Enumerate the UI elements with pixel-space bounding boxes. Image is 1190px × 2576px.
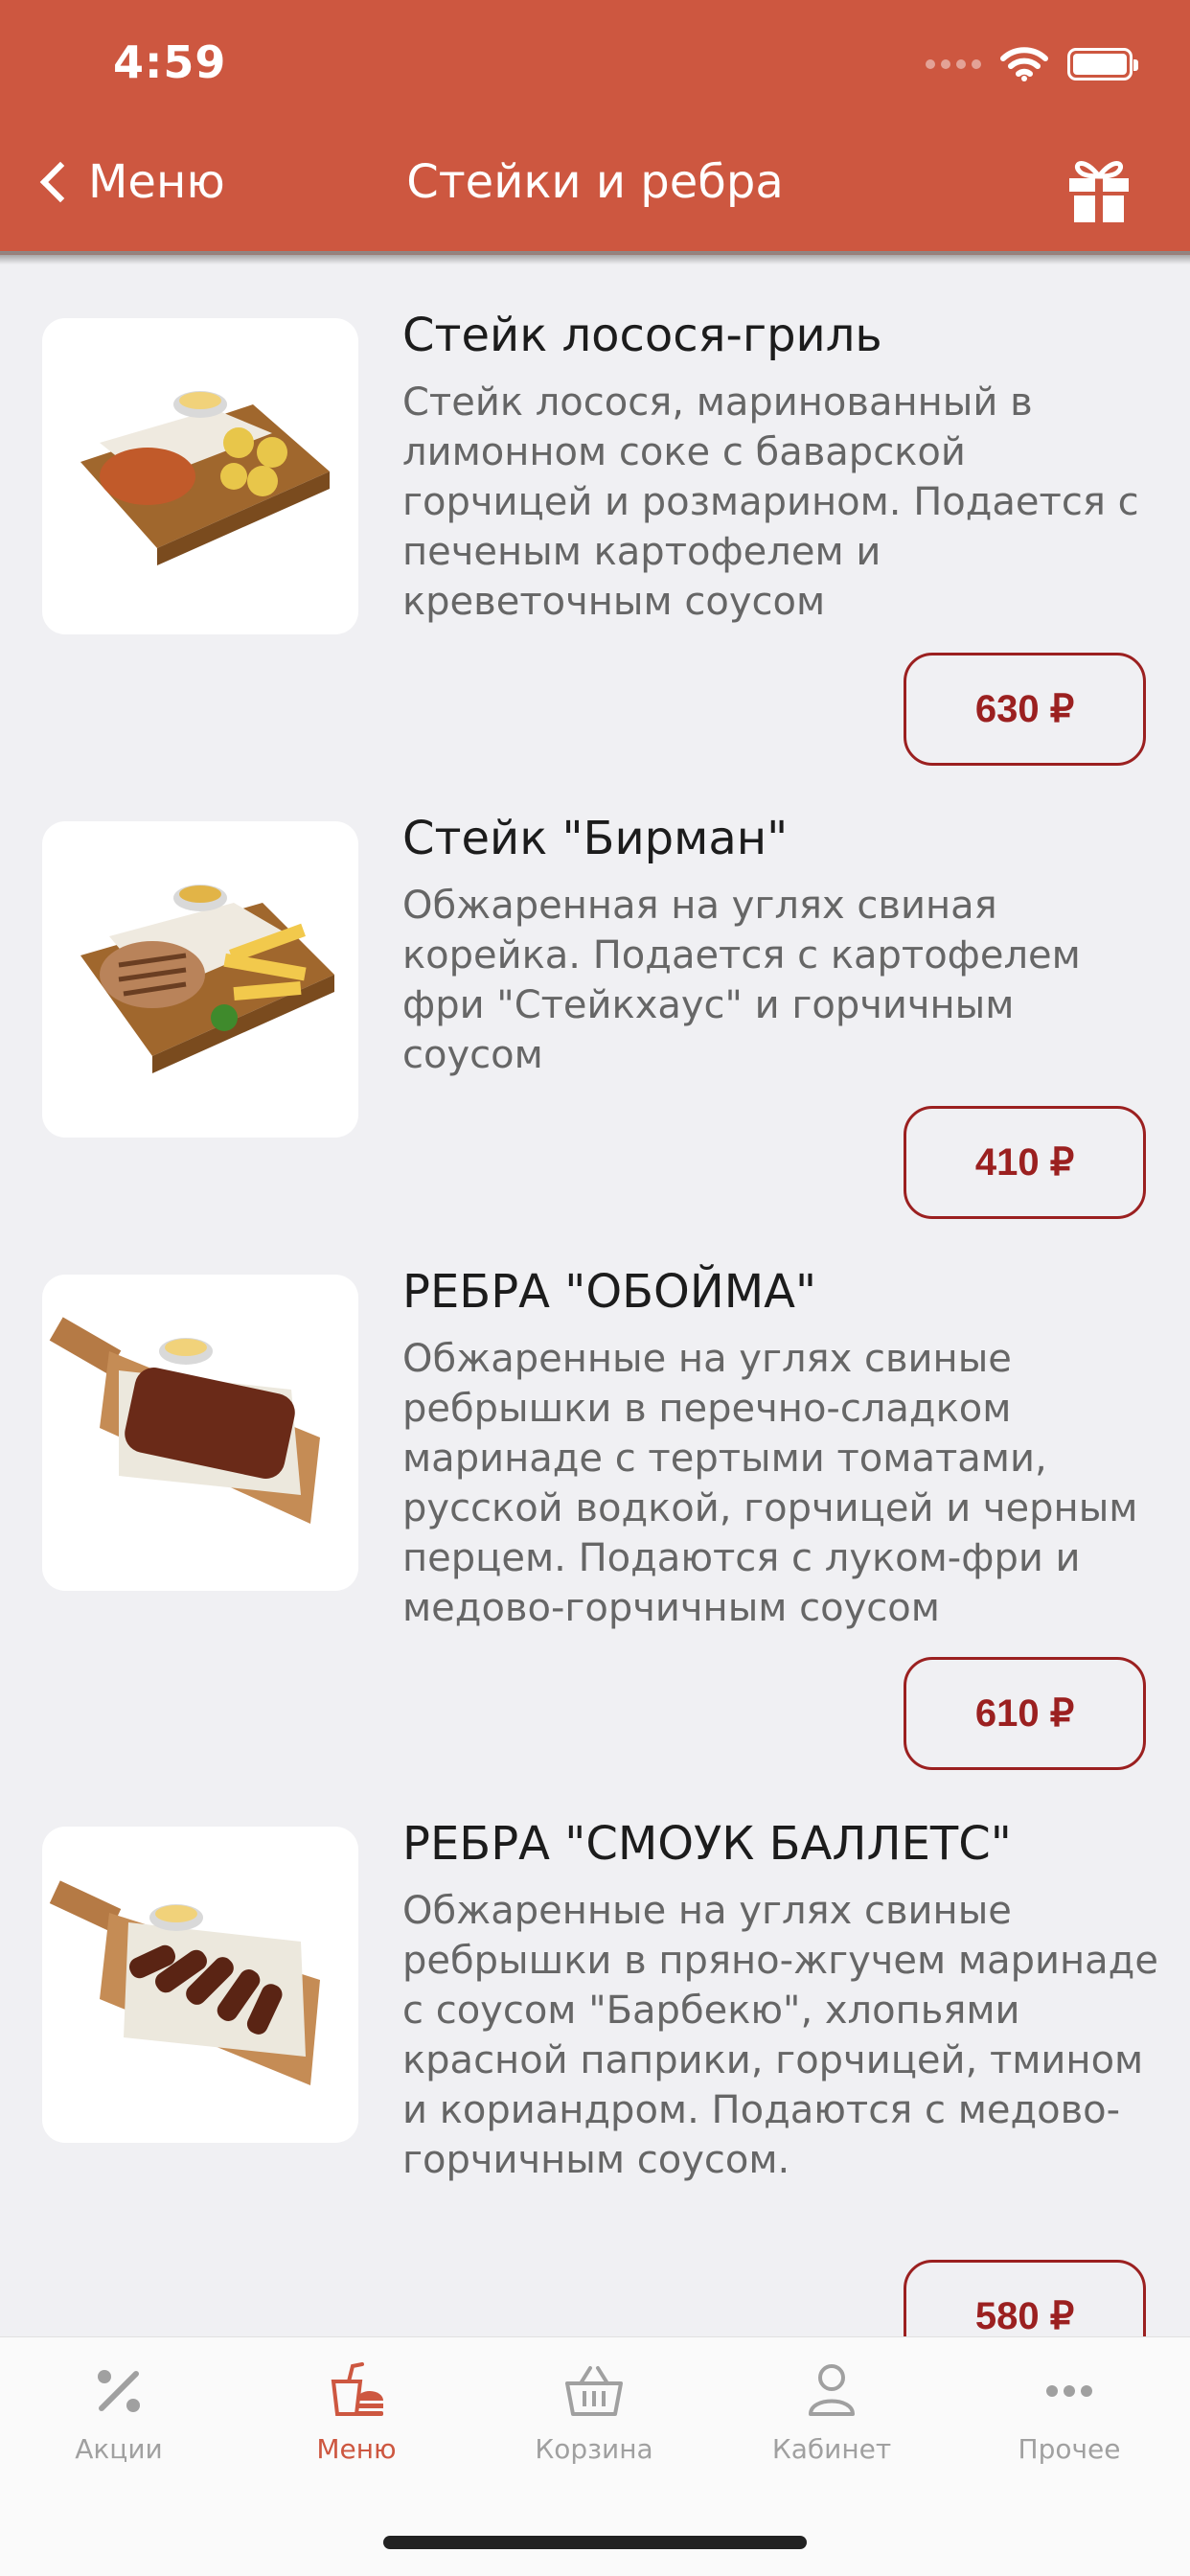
tab-label: Меню [316,2433,397,2465]
tab-label: Кабинет [771,2433,892,2465]
more-icon [1046,2385,1092,2397]
gift-icon[interactable] [1065,153,1133,224]
price-button[interactable]: 410 ₽ [904,1106,1146,1219]
dish-name: РЕБРА "СМОУК БАЛЛЕТС" [402,1817,1012,1871]
status-time: 4:59 [113,36,227,88]
dish-description: Обжаренная на углях свиная корейка. Пода… [402,884,1081,1077]
status-icons [926,46,1138,82]
signal-icon [926,59,981,69]
nav-header: 4:59 Меню Стейки и ребра [0,0,1190,255]
dish-name: Стейк лосося-гриль [402,309,882,362]
dish-image [42,318,358,634]
tab-menu[interactable]: Меню [261,2358,452,2465]
dish-description: Обжаренные на углях свиные ребрышки в пр… [402,1889,1158,2182]
dish-name: Стейк "Бирман" [402,812,789,865]
tab-label: Прочее [1018,2433,1121,2465]
basket-icon [565,2366,623,2416]
tab-more[interactable]: Прочее [973,2358,1165,2465]
tab-cart[interactable]: Корзина [498,2358,690,2465]
tab-label: Акции [75,2433,163,2465]
dish-image [42,1827,358,2143]
dish-description: Стейк лосося, маринованный в лимонном со… [402,380,1139,624]
tab-label: Корзина [535,2433,653,2465]
home-indicator [383,2536,807,2549]
percent-icon [98,2370,140,2412]
page-title: Стейки и ребра [406,155,784,209]
battery-icon [1067,48,1138,80]
menu-food-icon [331,2362,383,2416]
user-icon [809,2364,855,2416]
dish-name: РЕБРА "ОБОЙМА" [402,1265,817,1319]
price-button[interactable]: 630 ₽ [904,653,1146,766]
dish-image [42,1275,358,1591]
wifi-icon [1000,47,1048,81]
dish-image [42,821,358,1138]
dish-description: Обжаренные на углях свиные ребрышки в пе… [402,1337,1138,1630]
tab-account[interactable]: Кабинет [736,2358,927,2465]
header-shadow [0,251,1190,264]
tab-promotions[interactable]: Акции [23,2358,215,2465]
price-button[interactable]: 610 ₽ [904,1657,1146,1770]
